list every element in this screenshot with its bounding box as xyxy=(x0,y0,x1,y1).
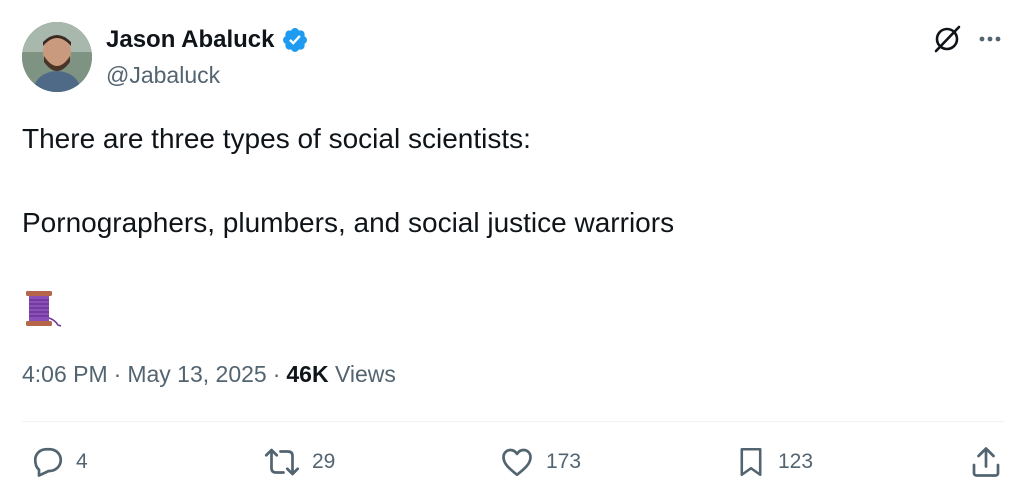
bookmark-count: 123 xyxy=(778,450,814,473)
action-bar: 4 29 173 123 xyxy=(0,444,1016,488)
like-count: 173 xyxy=(546,450,582,473)
meta-separator: · xyxy=(272,361,281,387)
avatar-photo xyxy=(22,22,92,92)
bookmark-icon xyxy=(734,444,768,480)
views-count: 46K xyxy=(286,361,329,387)
meta-separator: · xyxy=(113,361,122,387)
avatar[interactable] xyxy=(22,22,92,92)
repost-button[interactable]: 29 xyxy=(262,444,335,480)
bookmark-button[interactable]: 123 xyxy=(734,444,813,480)
reply-button[interactable]: 4 xyxy=(30,444,88,480)
repost-count: 29 xyxy=(312,450,336,473)
author-name-row[interactable]: Jason Abaluck xyxy=(106,26,309,54)
grok-icon[interactable] xyxy=(932,24,962,54)
repost-icon xyxy=(262,444,302,480)
reply-icon xyxy=(30,444,66,480)
tweet-text: There are three types of social scientis… xyxy=(22,120,982,242)
share-icon xyxy=(968,444,1004,480)
top-actions xyxy=(932,24,1004,54)
share-button[interactable] xyxy=(968,444,1004,480)
divider xyxy=(22,421,1004,422)
views-label: Views xyxy=(334,361,396,387)
tweet-line: There are three types of social scientis… xyxy=(22,123,531,154)
author-handle[interactable]: @Jabaluck xyxy=(106,62,220,89)
author-name[interactable]: Jason Abaluck xyxy=(106,26,275,54)
tweet-line: Pornographers, plumbers, and social just… xyxy=(22,207,675,238)
tweet-time[interactable]: 4:06 PM xyxy=(22,361,108,388)
like-icon xyxy=(498,444,536,480)
thread-spool-emoji-icon xyxy=(22,290,62,328)
like-button[interactable]: 173 xyxy=(498,444,581,480)
verified-badge-icon xyxy=(281,26,309,54)
tweet-meta: 4:06 PM · May 13, 2025 · 46K Views xyxy=(22,361,396,388)
reply-count: 4 xyxy=(76,450,88,473)
tweet-date[interactable]: May 13, 2025 xyxy=(127,361,266,388)
more-icon[interactable] xyxy=(976,25,1004,53)
